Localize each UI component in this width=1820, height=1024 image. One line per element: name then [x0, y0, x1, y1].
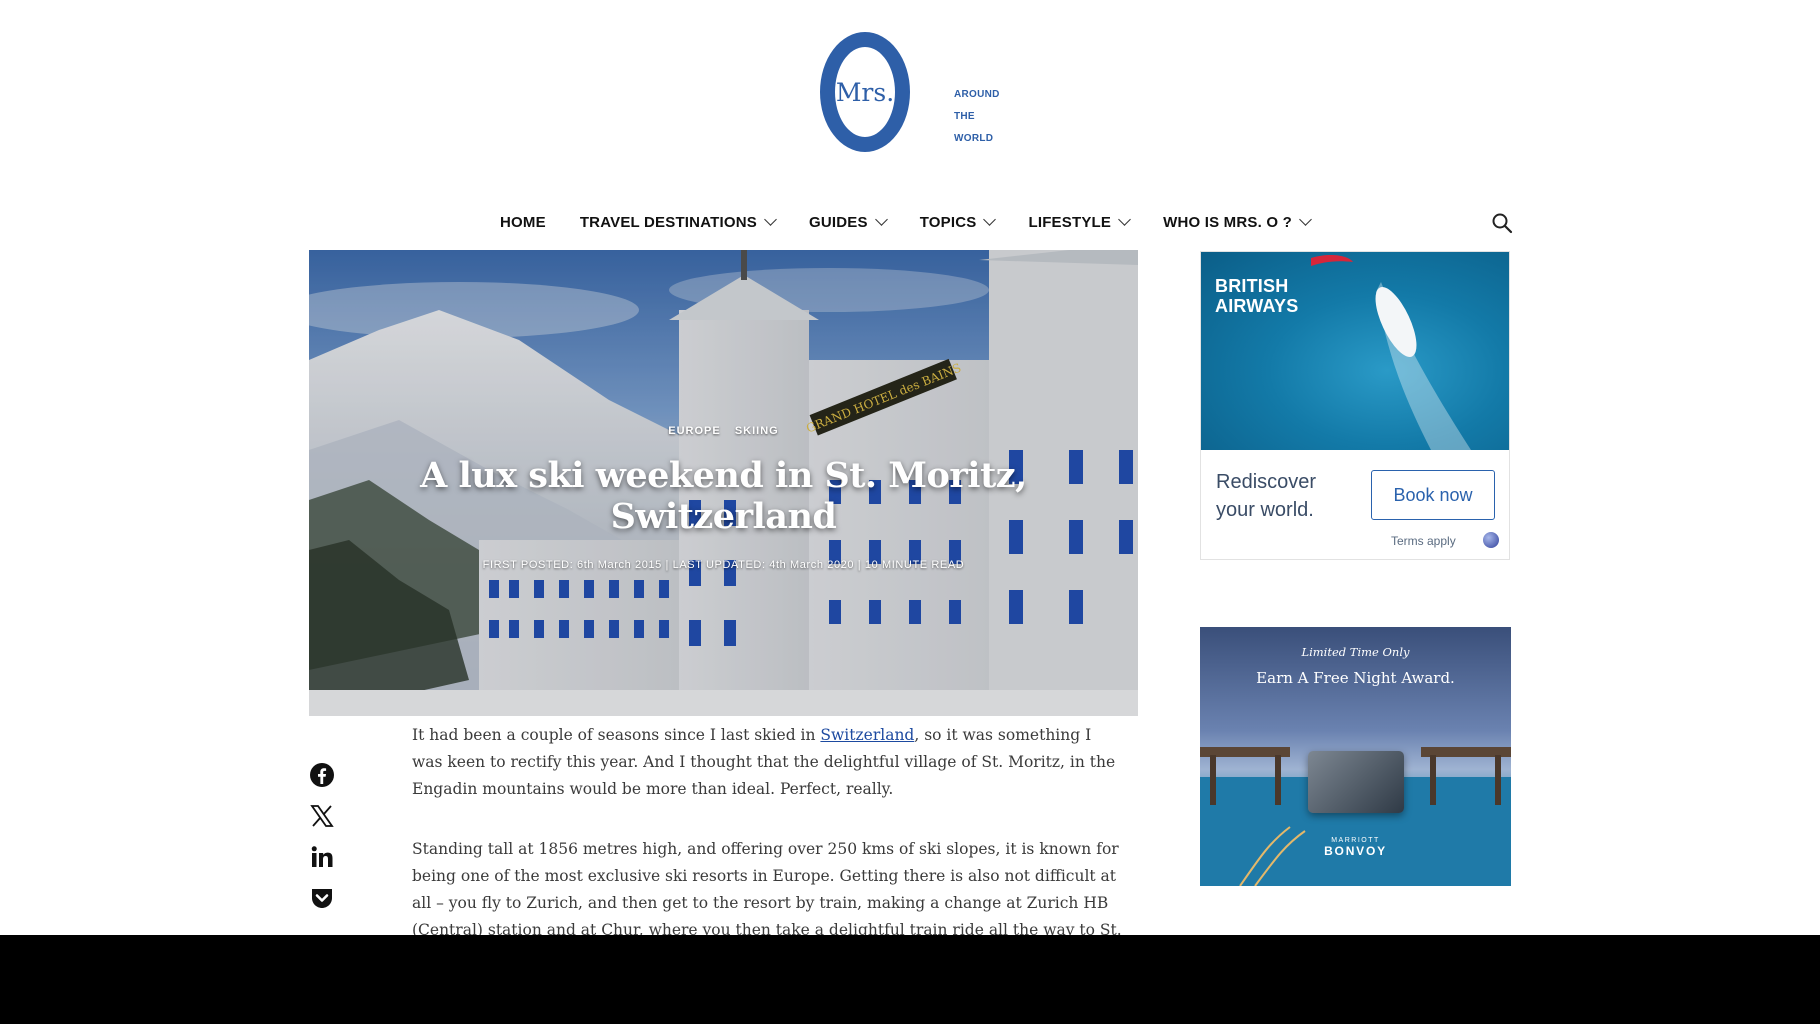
globe-icon	[1483, 532, 1499, 548]
social-share-bar	[309, 762, 335, 926]
ad-copy: Rediscover your world.	[1216, 471, 1317, 521]
logo-tagline-line: WORLD	[954, 133, 994, 144]
british-airways-logo: BRITISH AIRWAYS	[1215, 276, 1299, 316]
book-now-button[interactable]: Book now	[1371, 470, 1495, 520]
main-nav: HOME TRAVEL DESTINATIONS GUIDES TOPICS L…	[500, 210, 1344, 234]
marriott-bonvoy-ad[interactable]: Limited Time Only Earn A Free Night Awar…	[1200, 627, 1511, 886]
site-logo[interactable]: Mrs. AROUND THE WORLD	[820, 32, 1010, 156]
pocket-icon[interactable]	[309, 885, 335, 911]
chevron-down-icon	[1118, 213, 1131, 226]
british-airways-ad[interactable]: BRITISH AIRWAYS Rediscover your world. B…	[1200, 251, 1510, 560]
hero-text: EUROPE SKIING A lux ski weekend in St. M…	[309, 425, 1138, 571]
nav-item-lifestyle[interactable]: LIFESTYLE	[1028, 210, 1131, 234]
article-title: A lux ski weekend in St. Moritz, Switzer…	[420, 455, 1027, 537]
logo-tagline-line: AROUND	[954, 89, 1000, 100]
article-paragraph: Standing tall at 1856 metres high, and o…	[412, 840, 1122, 935]
nav-item-topics[interactable]: TOPICS	[919, 210, 997, 234]
article-body: It had been a couple of seasons since I …	[412, 722, 1122, 935]
nav-item-label: TRAVEL DESTINATIONS	[579, 213, 757, 231]
chevron-down-icon	[874, 213, 888, 226]
terms-apply-link[interactable]: Terms apply	[1391, 534, 1456, 548]
brand-text: BONVOY	[1324, 844, 1387, 858]
nav-item-label: TOPICS	[919, 213, 977, 231]
marriott-bonvoy-logo: MARRIOTT BONVOY	[1200, 837, 1511, 858]
linkedin-icon[interactable]	[309, 844, 335, 870]
nav-item-guides[interactable]: GUIDES	[808, 210, 888, 234]
facebook-icon[interactable]	[309, 762, 335, 788]
search-button[interactable]	[1491, 212, 1513, 234]
logo-tagline-line: THE	[954, 111, 975, 122]
page: Mrs. AROUND THE WORLD HOME TRAVEL DESTIN…	[0, 0, 1820, 935]
ad-headline: Earn A Free Night Award.	[1256, 669, 1455, 687]
switzerland-link[interactable]: Switzerland	[820, 726, 914, 744]
nav-item-home[interactable]: HOME	[500, 210, 546, 234]
logo-mrs-text: Mrs.	[835, 78, 895, 107]
category-link[interactable]: SKIING	[735, 425, 779, 437]
article-meta: FIRST POSTED: 6th March 2015 | LAST UPDA…	[482, 559, 965, 571]
nav-item-label: WHO IS MRS. O ?	[1163, 213, 1292, 231]
category-link[interactable]: EUROPE	[668, 425, 720, 437]
nav-item-travel-destinations[interactable]: TRAVEL DESTINATIONS	[579, 210, 777, 234]
brand-top-text: MARRIOTT	[1331, 837, 1380, 844]
chevron-down-icon	[1299, 213, 1312, 226]
nav-item-label: LIFESTYLE	[1028, 213, 1112, 231]
credit-card-image	[1308, 751, 1404, 813]
hero-image: GRAND HOTEL des BAINS EUROPE SKIING A lu…	[309, 250, 1138, 716]
hero-categories: EUROPE SKIING	[309, 425, 1138, 437]
ad-kicker: Limited Time Only	[1301, 645, 1410, 659]
ad-ocean-image: BRITISH AIRWAYS	[1201, 252, 1509, 450]
search-icon	[1492, 213, 1513, 234]
nav-item-who-is-mrs-o[interactable]: WHO IS MRS. O ?	[1163, 210, 1312, 234]
nav-item-label: HOME	[500, 213, 546, 231]
paragraph-text: It had been a couple of seasons since I …	[412, 726, 821, 744]
logo-tagline: AROUND THE WORLD	[954, 78, 1000, 155]
nav-item-label: GUIDES	[808, 213, 868, 231]
chevron-down-icon	[764, 213, 777, 226]
chevron-down-icon	[983, 213, 997, 226]
black-bottom-bar	[0, 935, 1820, 1024]
x-icon[interactable]	[309, 803, 335, 829]
article-paragraph: It had been a couple of seasons since I …	[412, 722, 1122, 803]
